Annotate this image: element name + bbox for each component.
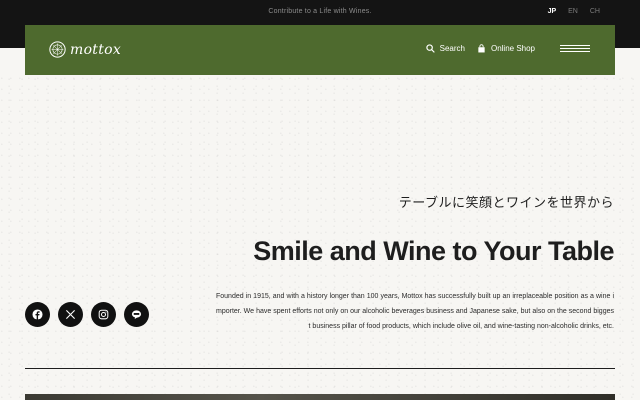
nav-actions: Search Online Shop	[425, 44, 535, 53]
line-icon	[131, 310, 142, 320]
hero-title: Smile and Wine to Your Table	[253, 236, 614, 266]
logo-emblem-icon	[49, 41, 66, 58]
search-button[interactable]: Search	[425, 44, 465, 53]
tagline: Contribute to a Life with Wines.	[268, 8, 372, 15]
online-shop-button[interactable]: Online Shop	[477, 44, 535, 53]
section-divider	[25, 368, 615, 369]
logo[interactable]: mottox	[49, 41, 121, 58]
hero-description: Founded in 1915, and with a history long…	[216, 293, 614, 330]
instagram-icon	[98, 309, 109, 320]
x-button[interactable]	[58, 302, 83, 327]
language-jp[interactable]: JP	[548, 8, 557, 15]
hero-japanese-subtitle: テーブルに笑顔とワインを世界から	[398, 196, 614, 211]
facebook-button[interactable]	[25, 302, 50, 327]
main-navigation: mottox Search Online Shop	[25, 25, 615, 75]
logo-wordmark: mottox	[70, 41, 122, 58]
social-links	[25, 302, 149, 327]
search-icon	[425, 44, 435, 53]
shopping-bag-icon	[478, 44, 485, 53]
online-shop-label: Online Shop	[490, 44, 535, 53]
facebook-icon	[32, 309, 43, 320]
line-button[interactable]	[124, 302, 149, 327]
instagram-button[interactable]	[91, 302, 116, 327]
x-icon	[65, 309, 76, 320]
hamburger-menu-icon[interactable]	[560, 45, 590, 55]
language-ch[interactable]: CH	[590, 8, 600, 15]
search-label: Search	[439, 44, 465, 53]
hero-photo-edge	[25, 394, 615, 400]
language-switcher: JP EN CH	[548, 8, 600, 15]
language-en[interactable]: EN	[568, 8, 578, 15]
